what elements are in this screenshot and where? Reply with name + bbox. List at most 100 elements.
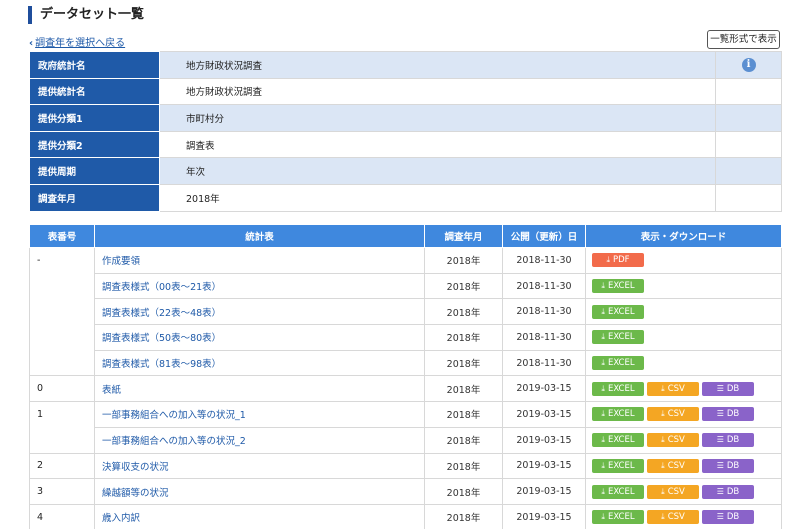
download-icon: ⤓ (601, 332, 605, 342)
csv-download-button[interactable]: ⤓ CSV (647, 433, 699, 448)
db-download-button[interactable]: ☰ DB (702, 484, 754, 499)
button-label: CSV (667, 435, 685, 446)
csv-download-button[interactable]: ⤓ CSV (647, 458, 699, 473)
table-title-link[interactable]: 表紙 (94, 375, 425, 403)
excel-download-button[interactable]: ⤓ EXCEL (592, 407, 644, 422)
col-header-title: 統計表 (94, 224, 425, 248)
download-icon: ⤓ (601, 486, 605, 496)
info-extra-cell (715, 183, 782, 212)
list-icon: ☰ (716, 512, 724, 522)
excel-download-button[interactable]: ⤓ EXCEL (592, 510, 644, 525)
info-icon[interactable]: i (741, 57, 756, 72)
button-label: EXCEL (607, 383, 635, 394)
list-view-button[interactable]: 一覧形式で表示 (707, 30, 780, 49)
table-row: 調査表様式（22表～48表） 2018年 2018-11-30 ⤓ EXCEL (29, 298, 782, 326)
chevron-left-icon: ‹ (29, 38, 34, 49)
download-icon: ⤓ (606, 255, 610, 265)
download-icon: ⤓ (601, 409, 605, 419)
table-download-cell: ⤓ EXCEL (585, 324, 782, 351)
button-label: DB (726, 512, 740, 523)
excel-download-button[interactable]: ⤓ EXCEL (592, 304, 644, 319)
info-value: 調査表 (159, 130, 716, 159)
download-icon: ⤓ (661, 512, 665, 522)
info-key: 政府統計名 (29, 51, 160, 79)
table-no-cell: 1 (29, 401, 95, 428)
download-icon: ⤓ (601, 512, 605, 522)
table-title-link[interactable]: 調査表様式（22表～48表） (94, 298, 425, 326)
table-row: 調査表様式（81表～98表） 2018年 2018-11-30 ⤓ EXCEL (29, 349, 782, 377)
table-title-link[interactable]: 一部事務組合への加入等の状況_1 (94, 401, 425, 428)
button-label: DB (726, 460, 740, 471)
table-title-link[interactable]: 繰越額等の状況 (94, 478, 425, 505)
button-label: CSV (667, 383, 685, 394)
info-value: 年次 (159, 157, 716, 185)
list-icon: ☰ (716, 435, 724, 445)
button-label: EXCEL (607, 306, 635, 317)
csv-download-button[interactable]: ⤓ CSV (647, 407, 699, 422)
table-title-link[interactable]: 調査表様式（00表～21表） (94, 272, 425, 300)
excel-download-button[interactable]: ⤓ EXCEL (592, 484, 644, 499)
db-download-button[interactable]: ☰ DB (702, 433, 754, 448)
db-download-button[interactable]: ☰ DB (702, 458, 754, 473)
page-title: データセット一覧 (28, 6, 144, 24)
button-label: DB (726, 486, 740, 497)
excel-download-button[interactable]: ⤓ EXCEL (592, 330, 644, 345)
col-header-no: 表番号 (29, 224, 95, 248)
table-no-cell: 4 (29, 503, 95, 529)
back-link-label: 調査年を選択へ戻る (35, 38, 126, 49)
table-title-link[interactable]: 調査表様式（50表～80表） (94, 324, 425, 351)
table-no-cell (29, 350, 95, 377)
button-label: EXCEL (607, 512, 635, 523)
table-title-link[interactable]: 決算収支の状況 (94, 452, 425, 480)
info-row: 調査年月 2018年 (29, 183, 782, 212)
excel-download-button[interactable]: ⤓ EXCEL (592, 356, 644, 371)
table-no-cell: 3 (29, 478, 95, 505)
table-no-cell: 0 (29, 375, 95, 403)
excel-download-button[interactable]: ⤓ EXCEL (592, 279, 644, 294)
info-row: 提供周期 年次 (29, 157, 782, 185)
list-icon: ☰ (716, 460, 724, 470)
table-title-link[interactable]: 調査表様式（81表～98表） (94, 349, 425, 377)
db-download-button[interactable]: ☰ DB (702, 407, 754, 422)
back-link[interactable]: ‹ 調査年を選択へ戻る (29, 34, 125, 49)
table-title-link[interactable]: 一部事務組合への加入等の状況_2 (94, 426, 425, 454)
info-key: 提供分類2 (29, 130, 160, 159)
info-extra-cell: i (715, 51, 782, 79)
col-header-ym: 調査年月 (424, 224, 503, 248)
info-value: 市町村分 (159, 104, 716, 132)
table-published-date: 2018-11-30 (502, 272, 586, 300)
download-icon: ⤓ (661, 460, 665, 470)
db-download-button[interactable]: ☰ DB (702, 510, 754, 525)
download-icon: ⤓ (661, 486, 665, 496)
button-label: EXCEL (607, 486, 635, 497)
csv-download-button[interactable]: ⤓ CSV (647, 381, 699, 396)
excel-download-button[interactable]: ⤓ EXCEL (592, 458, 644, 473)
info-key: 提供分類1 (29, 104, 160, 132)
table-title-link[interactable]: 歳入内訳 (94, 503, 425, 529)
button-label: EXCEL (607, 409, 635, 420)
table-survey-ym: 2018年 (424, 401, 503, 428)
download-icon: ⤓ (661, 435, 665, 445)
table-no-cell: 2 (29, 452, 95, 480)
table-title-link[interactable]: 作成要領 (94, 247, 425, 274)
pdf-download-button[interactable]: ⤓ PDF (592, 253, 644, 268)
download-icon: ⤓ (601, 383, 605, 393)
csv-download-button[interactable]: ⤓ CSV (647, 484, 699, 499)
table-no-cell: - (29, 247, 95, 274)
download-icon: ⤓ (601, 306, 605, 316)
excel-download-button[interactable]: ⤓ EXCEL (592, 381, 644, 396)
table-published-date: 2019-03-15 (502, 401, 586, 428)
col-header-download: 表示・ダウンロード (585, 224, 782, 248)
info-row: 提供分類2 調査表 (29, 130, 782, 159)
table-download-cell: ⤓ EXCEL ⤓ CSV ☰ DB (585, 375, 782, 403)
button-label: CSV (667, 409, 685, 420)
info-row: 政府統計名 地方財政状況調査 i (29, 51, 782, 79)
info-row: 提供統計名 地方財政状況調査 (29, 77, 782, 106)
db-download-button[interactable]: ☰ DB (702, 381, 754, 396)
table-download-cell: ⤓ EXCEL ⤓ CSV ☰ DB (585, 503, 782, 529)
button-label: CSV (667, 460, 685, 471)
excel-download-button[interactable]: ⤓ EXCEL (592, 433, 644, 448)
csv-download-button[interactable]: ⤓ CSV (647, 510, 699, 525)
table-row: 調査表様式（00表～21表） 2018年 2018-11-30 ⤓ EXCEL (29, 272, 782, 300)
info-value: 2018年 (159, 183, 716, 212)
